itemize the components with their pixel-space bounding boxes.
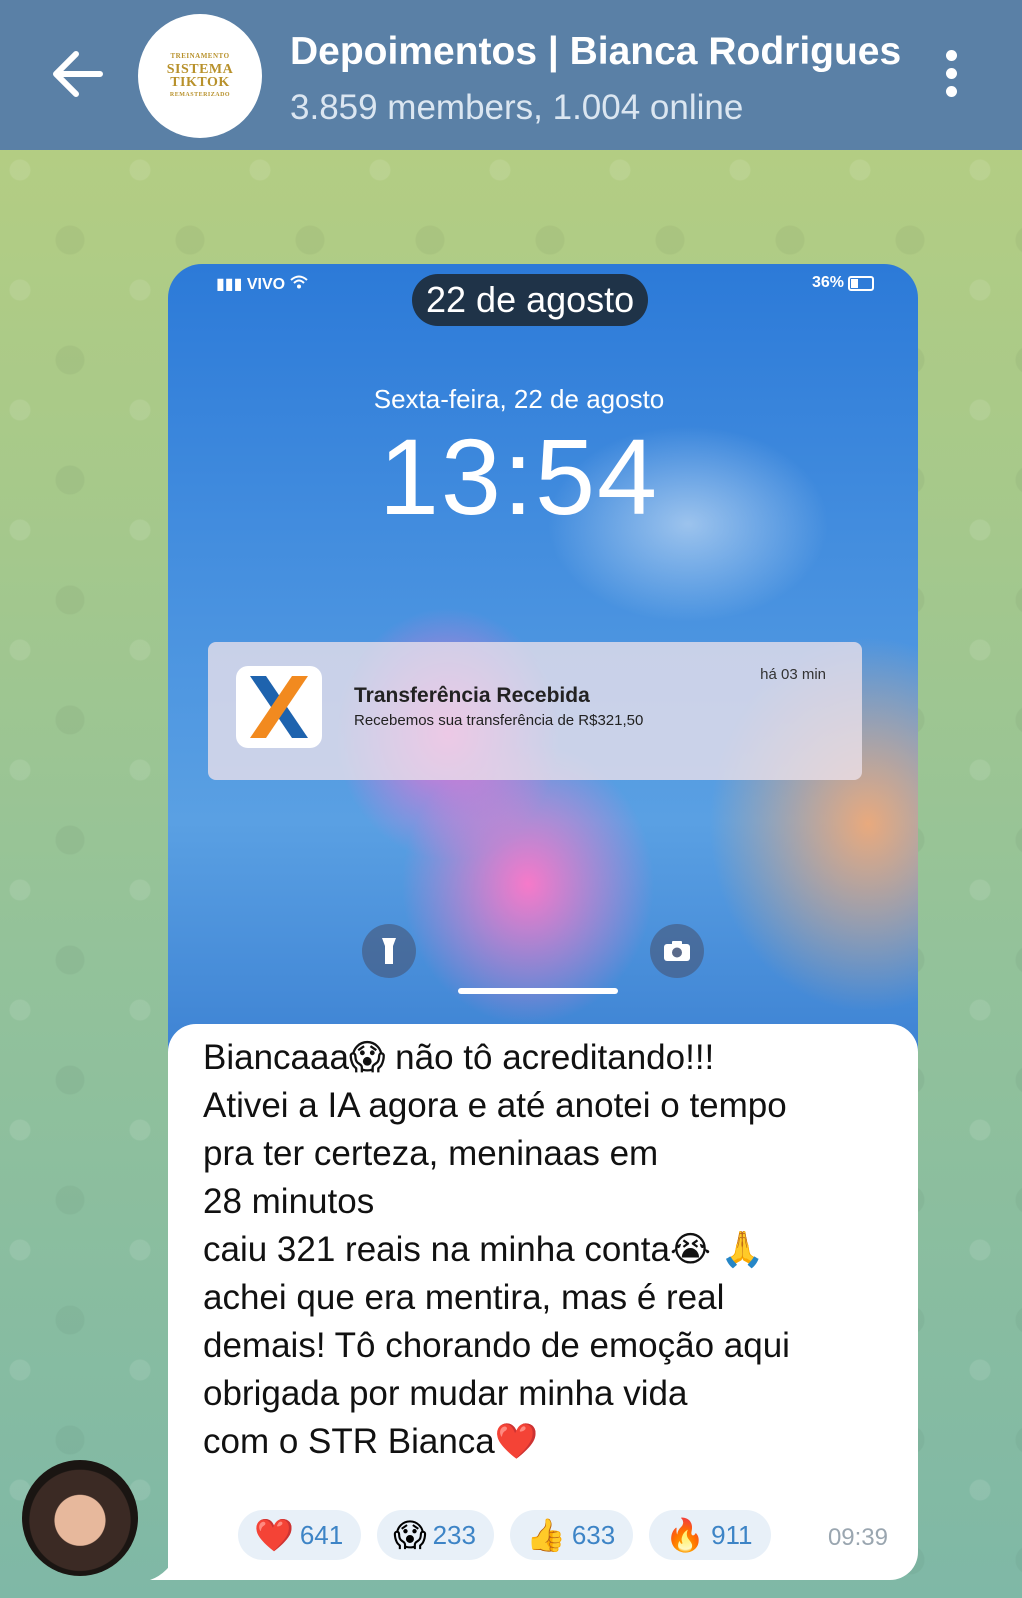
chat-member-count: 3.859 members, 1.004 online [290, 88, 744, 127]
lock-screen-time: 13:54 [378, 416, 660, 537]
message-time: 09:39 [827, 1524, 888, 1551]
wifi-icon [289, 275, 308, 289]
reaction-fire[interactable]: 🔥 911 [649, 1510, 771, 1560]
bank-logo-icon [236, 666, 322, 748]
reaction-count: 233 [432, 1519, 476, 1550]
message-bubble[interactable]: Biancaaa😱 não tô acreditando!!! Ativei a… [168, 1024, 918, 1580]
date-separator: 22 de agosto [412, 274, 649, 326]
fire-icon: 🔥 [665, 1516, 706, 1554]
reaction-heart[interactable]: ❤️ 641 [238, 1510, 362, 1560]
reaction-count: 911 [711, 1519, 753, 1550]
back-button[interactable] [48, 46, 108, 102]
sender-avatar[interactable] [22, 1460, 138, 1576]
notification-body: Recebemos sua transferência de R$321,50 [354, 712, 644, 729]
status-battery: 36% [812, 274, 874, 292]
chat-title[interactable]: Depoimentos | Bianca Rodrigues [290, 30, 901, 74]
flashlight-icon [382, 938, 396, 964]
logo-text: TREINAMENTO SISTEMA TIKTOK REMASTERIZADO [166, 52, 234, 98]
bank-notification: Transferência Recebida Recebemos sua tra… [208, 642, 862, 780]
reaction-thumbs-up[interactable]: 👍 633 [509, 1510, 634, 1560]
status-carrier: ▮▮▮ VIVO [216, 274, 308, 294]
heart-icon: ❤️ [254, 1516, 294, 1554]
chat-header: TREINAMENTO SISTEMA TIKTOK REMASTERIZADO… [0, 0, 1022, 150]
home-indicator [458, 988, 618, 994]
scream-face-icon: 😱 [393, 1516, 427, 1554]
signal-icon: ▮▮▮ [216, 276, 243, 293]
reaction-scream[interactable]: 😱 233 [377, 1510, 494, 1560]
battery-icon [848, 275, 874, 291]
reaction-count: 641 [299, 1519, 344, 1550]
notification-time: há 03 min [760, 666, 826, 683]
notification-title: Transferência Recebida [354, 684, 590, 707]
reaction-count: 633 [571, 1519, 616, 1550]
flashlight-button [362, 924, 416, 978]
camera-button [650, 924, 704, 978]
lock-screen-date: Sexta-feira, 22 de agosto [373, 384, 665, 414]
more-options-button[interactable] [936, 50, 966, 102]
message-text: Biancaaa😱 não tô acreditando!!! Ativei a… [203, 1038, 790, 1461]
arrow-left-icon [53, 51, 103, 97]
reactions-bar: ❤️ 641 😱 233 👍 633 🔥 911 [238, 1510, 771, 1560]
dots-vertical-icon [945, 50, 957, 61]
thumbs-up-icon: 👍 [525, 1516, 566, 1554]
group-avatar[interactable]: TREINAMENTO SISTEMA TIKTOK REMASTERIZADO [138, 14, 262, 138]
phone-screenshot[interactable]: ▮▮▮ VIVO 36% 22 de agosto Sexta-feira, 2… [168, 264, 918, 1060]
camera-icon [664, 941, 690, 961]
